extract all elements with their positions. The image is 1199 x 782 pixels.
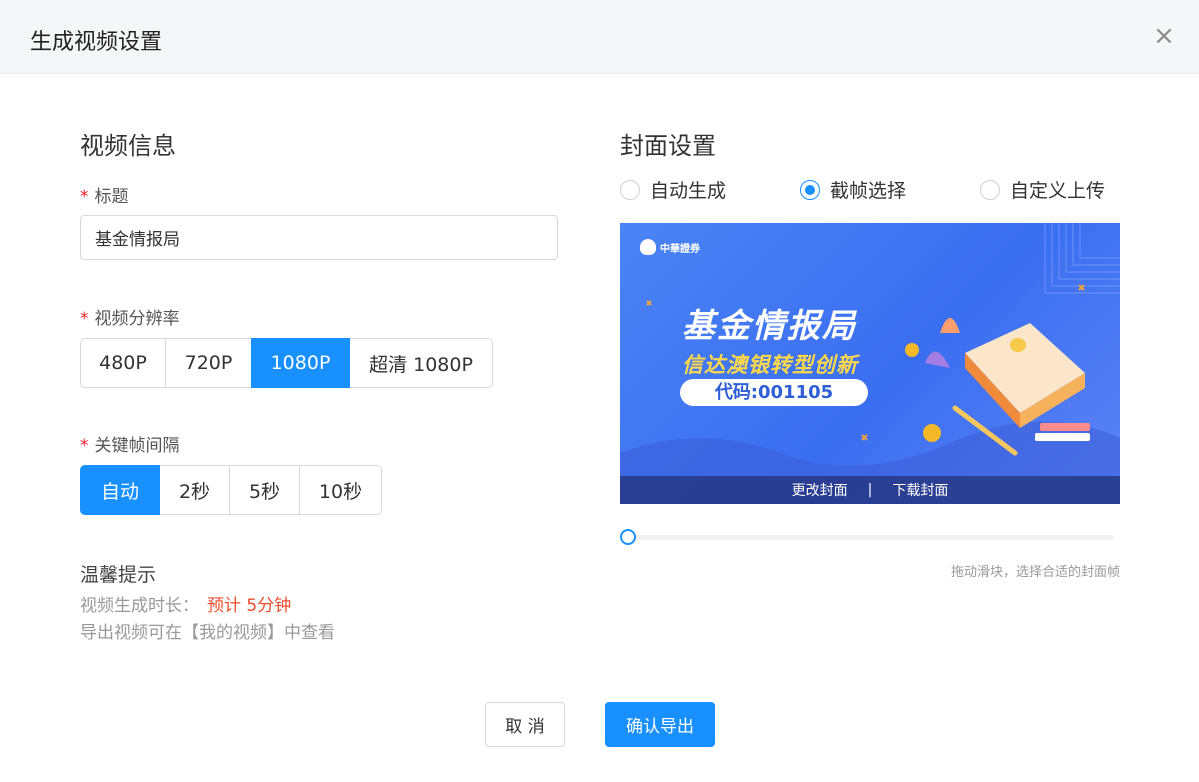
cover-main-title: 基金情报局: [682, 306, 857, 345]
resolution-field-label: * 视频分辨率: [80, 309, 180, 329]
cover-option-auto[interactable]: 自动生成: [620, 176, 726, 203]
cover-option-frame[interactable]: 截帧选择: [800, 176, 906, 203]
duration-value: 预计 5分钟: [207, 596, 292, 616]
confirm-export-button[interactable]: 确认导出: [605, 702, 715, 747]
keyframe-option-5s[interactable]: 5秒: [229, 465, 300, 515]
title-field-label: * 标题: [80, 187, 129, 207]
radio-checked-icon: [800, 179, 820, 200]
resolution-option-720p[interactable]: 720P: [165, 338, 252, 388]
dialog-header: 生成视频设置 ×: [0, 0, 1199, 74]
action-separator: |: [867, 482, 873, 498]
keyframe-option-2s[interactable]: 2秒: [159, 465, 230, 515]
resolution-group: 480P 720P 1080P 超清 1080P: [80, 338, 493, 388]
cover-option-upload[interactable]: 自定义上传: [980, 176, 1105, 203]
required-mark: *: [80, 187, 89, 207]
change-cover-link[interactable]: 更改封面: [792, 480, 848, 500]
duration-tip: 视频生成时长： 预计 5分钟: [80, 596, 292, 616]
resolution-option-uhd-1080p[interactable]: 超清 1080P: [349, 338, 493, 388]
cover-action-bar: 更改封面 | 下载封面: [620, 476, 1120, 504]
slider-handle[interactable]: [620, 529, 636, 545]
keyframe-option-auto[interactable]: 自动: [80, 465, 160, 515]
keyframe-field-label: * 关键帧间隔: [80, 436, 180, 456]
required-mark: *: [80, 309, 89, 329]
cover-fund-code: 代码:001105: [680, 379, 868, 406]
resolution-option-1080p[interactable]: 1080P: [251, 338, 350, 388]
brand-logo: 中華證券: [640, 239, 700, 255]
frame-slider[interactable]: [620, 528, 1120, 548]
cover-preview: 中華證券 基金情报局 信达澳银转型创新 代码:001105 更改封面 | 下载封…: [620, 223, 1120, 504]
slider-hint: 拖动滑块，选择合适的封面帧: [950, 565, 1120, 580]
brand-mark-icon: [640, 239, 656, 255]
tips-title: 温馨提示: [80, 564, 157, 586]
keyframe-group: 自动 2秒 5秒 10秒: [80, 465, 382, 515]
dialog-title: 生成视频设置: [30, 30, 163, 55]
required-mark: *: [80, 436, 89, 456]
export-tip: 导出视频可在【我的视频】中查看: [80, 623, 335, 643]
cancel-button[interactable]: 取 消: [485, 702, 565, 747]
slider-track[interactable]: [620, 535, 1114, 540]
download-cover-link[interactable]: 下载封面: [892, 480, 948, 500]
title-input[interactable]: [80, 215, 558, 260]
radio-icon: [620, 179, 640, 200]
radio-icon: [980, 179, 1000, 200]
cover-settings-title: 封面设置: [620, 132, 716, 160]
keyframe-option-10s[interactable]: 10秒: [299, 465, 382, 515]
resolution-option-480p[interactable]: 480P: [80, 338, 166, 388]
video-info-title: 视频信息: [80, 132, 176, 160]
cover-subtitle: 信达澳银转型创新: [682, 353, 858, 377]
close-icon[interactable]: ×: [1151, 20, 1177, 52]
